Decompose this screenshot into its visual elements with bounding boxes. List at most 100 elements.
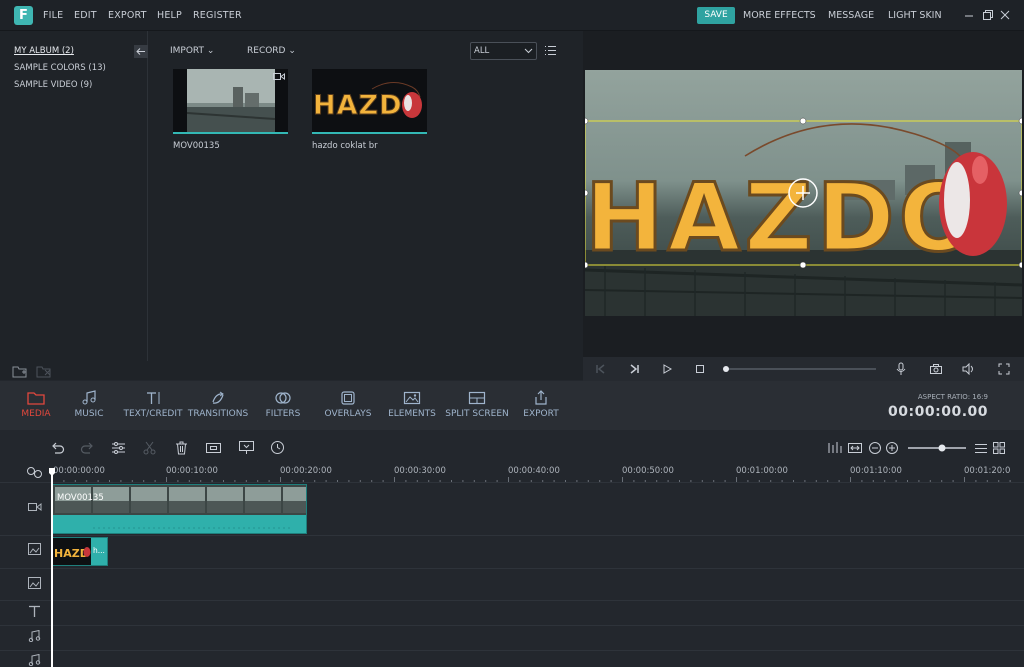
ruler-label: 00:00:30:00	[394, 466, 446, 476]
add-folder-icon[interactable]	[12, 364, 28, 378]
remove-folder-icon[interactable]	[36, 364, 52, 378]
zoom-out-icon[interactable]	[868, 441, 882, 455]
save-button[interactable]: SAVE	[697, 7, 735, 24]
tool-media[interactable]: MEDIA	[14, 381, 58, 430]
fullscreen-icon[interactable]	[998, 363, 1010, 375]
skip-back-icon[interactable]	[595, 363, 607, 375]
menu-help[interactable]: HELP	[157, 10, 182, 21]
app-logo: F	[14, 6, 33, 25]
ruler-label: 00:00:20:00	[280, 466, 332, 476]
media-thumb-bar	[173, 132, 288, 134]
svg-text:HAZD: HAZD	[313, 90, 402, 121]
ruler-label: 00:00:00:00	[53, 466, 105, 476]
music-track-2	[0, 650, 1024, 667]
timecode-display: 00:00:00.00	[888, 404, 988, 420]
import-label: IMPORT	[170, 46, 205, 56]
zoom-slider[interactable]	[906, 443, 968, 453]
media-filter-select[interactable]: ALL	[470, 42, 537, 60]
album-sample-video[interactable]: SAMPLE VIDEO (9)	[14, 80, 92, 90]
duration-icon[interactable]	[270, 440, 285, 455]
snapshot-marker-icon[interactable]	[238, 440, 255, 455]
snapshot-icon[interactable]	[929, 363, 943, 375]
media-thumb-video[interactable]	[173, 69, 288, 132]
audio-mixer-icon[interactable]	[827, 441, 843, 455]
video-clip[interactable]: MOV00135	[52, 484, 307, 534]
crop-icon[interactable]	[205, 441, 222, 455]
skip-forward-icon[interactable]	[628, 363, 640, 375]
video-clip-label: MOV00135	[57, 493, 104, 503]
tool-split-screen[interactable]: SPLIT SCREEN	[444, 381, 510, 430]
timeline-list-icon[interactable]	[975, 443, 987, 454]
music-icon	[82, 390, 96, 405]
list-view-icon[interactable]	[544, 45, 556, 56]
aspect-ratio-label: ASPECT RATIO: 16:9	[917, 393, 988, 401]
adjust-icon[interactable]	[111, 441, 126, 455]
redo-icon[interactable]	[80, 441, 95, 455]
play-icon[interactable]	[661, 363, 673, 375]
more-effects-button[interactable]: MORE EFFECTS	[743, 10, 816, 21]
undo-icon[interactable]	[50, 441, 65, 455]
image-clip[interactable]: HAZD h...	[52, 537, 108, 566]
link-icon[interactable]	[26, 466, 44, 478]
folder-icon	[27, 392, 45, 405]
ruler-label: 00:00:10:00	[166, 466, 218, 476]
tool-transitions-label: TRANSITIONS	[187, 409, 249, 419]
record-label: RECORD	[247, 46, 286, 56]
delete-icon[interactable]	[174, 441, 189, 455]
music-track-icon	[22, 654, 50, 667]
tool-music[interactable]: MUSIC	[66, 381, 112, 430]
tool-export[interactable]: EXPORT	[518, 381, 564, 430]
text-icon	[147, 392, 160, 404]
menu-export[interactable]: EXPORT	[108, 10, 147, 21]
playhead-handle[interactable]	[49, 468, 55, 476]
text-track-icon	[22, 605, 50, 619]
menu-register[interactable]: REGISTER	[193, 10, 242, 21]
media-filter-value: ALL	[474, 46, 490, 56]
overlays-icon	[341, 391, 355, 405]
music-track-1	[0, 625, 1024, 650]
zoom-in-icon[interactable]	[885, 441, 899, 455]
tool-transitions[interactable]: TRANSITIONS	[186, 381, 250, 430]
tool-split-screen-label: SPLIT SCREEN	[445, 409, 509, 419]
message-button[interactable]: MESSAGE	[828, 10, 874, 21]
collapse-arrow-icon[interactable]	[134, 45, 148, 58]
import-dropdown[interactable]: IMPORT ⌄	[170, 46, 214, 56]
preview-title-text: HAZDO	[585, 164, 983, 273]
media-thumb-image[interactable]: HAZD	[312, 69, 427, 132]
cut-icon[interactable]	[142, 441, 157, 455]
light-skin-button[interactable]: LIGHT SKIN	[888, 10, 942, 21]
tool-overlays[interactable]: OVERLAYS	[320, 381, 376, 430]
minimize-icon[interactable]	[962, 7, 976, 23]
microphone-icon[interactable]	[895, 362, 907, 376]
playback-slider[interactable]	[722, 364, 878, 374]
album-my-album[interactable]: MY ALBUM (2)	[14, 46, 74, 56]
fit-timeline-icon[interactable]	[847, 441, 863, 455]
tool-filters[interactable]: FILTERS	[261, 381, 305, 430]
volume-icon[interactable]	[962, 363, 976, 375]
menu-edit[interactable]: EDIT	[74, 10, 97, 21]
tool-text-credit[interactable]: TEXT/CREDIT	[122, 381, 184, 430]
timeline-grid-icon[interactable]	[993, 442, 1005, 454]
preview-canvas[interactable]: HAZDO	[585, 70, 1022, 316]
overlay-track-icon	[22, 577, 50, 591]
video-track-icon	[22, 501, 50, 515]
ruler-label: 00:00:50:00	[622, 466, 674, 476]
transitions-icon	[212, 391, 224, 404]
record-dropdown[interactable]: RECORD ⌄	[247, 46, 296, 56]
stop-icon[interactable]	[694, 363, 706, 375]
restore-icon[interactable]	[980, 7, 994, 23]
overlay-track	[0, 568, 1024, 600]
text-track	[0, 600, 1024, 625]
export-icon	[535, 390, 547, 405]
split-screen-icon	[468, 391, 486, 405]
tool-elements-label: ELEMENTS	[388, 409, 436, 419]
filters-icon	[275, 392, 291, 404]
album-sample-colors[interactable]: SAMPLE COLORS (13)	[14, 63, 106, 73]
media-label-image: hazdo coklat br	[312, 141, 378, 151]
playhead[interactable]	[51, 470, 53, 667]
media-thumb-bar	[312, 132, 427, 134]
menu-file[interactable]: FILE	[43, 10, 63, 21]
tool-elements[interactable]: ELEMENTS	[385, 381, 439, 430]
close-icon[interactable]	[998, 7, 1012, 23]
ruler-label: 00:01:10:00	[850, 466, 902, 476]
